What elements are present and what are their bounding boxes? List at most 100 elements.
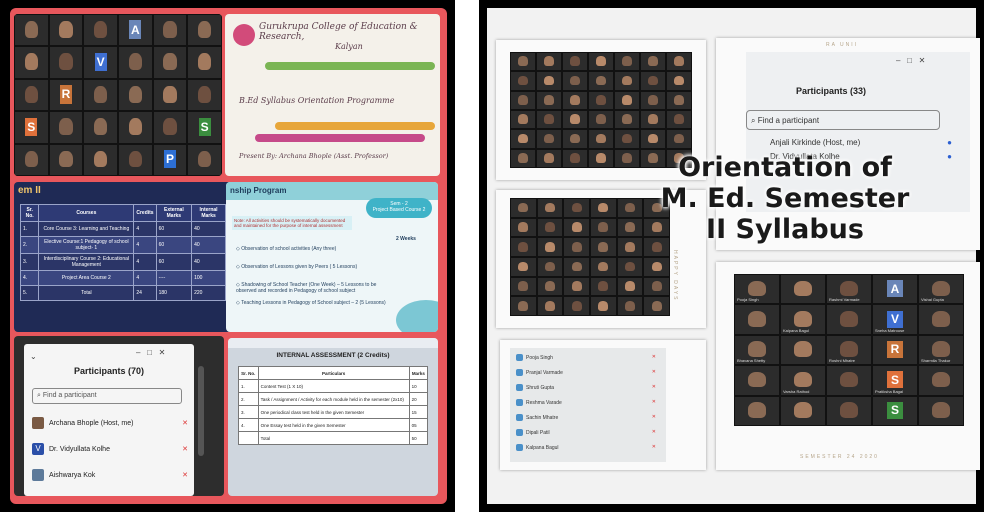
video-tile[interactable]: [640, 90, 666, 110]
video-tile[interactable]: [590, 217, 617, 238]
video-tile[interactable]: V Sneha Matrouse: [872, 304, 918, 335]
video-tile[interactable]: [614, 71, 640, 91]
video-tile[interactable]: [83, 111, 118, 144]
video-tile[interactable]: [510, 129, 536, 149]
video-tile[interactable]: S: [872, 395, 918, 426]
video-tile[interactable]: [588, 52, 614, 72]
video-tile[interactable]: [563, 237, 590, 257]
mic-muted-icon[interactable]: ✕: [652, 354, 656, 360]
mic-icon[interactable]: ●: [947, 152, 952, 161]
participant-row[interactable]: Pranjal Varmade ✕: [516, 369, 660, 376]
video-tile[interactable]: [616, 276, 644, 297]
participant-search-input-right[interactable]: ⌕ Find a participant: [746, 110, 940, 130]
video-tile[interactable]: [734, 365, 780, 396]
video-tile[interactable]: [510, 257, 537, 277]
video-tile[interactable]: [187, 14, 222, 47]
video-tile[interactable]: [510, 296, 537, 316]
video-tile[interactable]: [918, 395, 964, 426]
mic-muted-icon[interactable]: ✕: [652, 429, 656, 435]
video-tile[interactable]: [614, 90, 640, 110]
scrollbar[interactable]: [198, 366, 204, 456]
video-tile[interactable]: S: [14, 111, 49, 144]
video-tile[interactable]: [562, 90, 588, 110]
video-tile[interactable]: R: [872, 334, 918, 366]
participant-row[interactable]: Kalpana Bagul ✕: [516, 444, 660, 451]
video-tile[interactable]: [643, 276, 670, 297]
video-tile[interactable]: [614, 110, 640, 130]
video-tile[interactable]: [14, 46, 49, 79]
video-tile[interactable]: [588, 71, 614, 91]
video-tile[interactable]: [48, 46, 84, 79]
mic-muted-icon[interactable]: ✕: [652, 399, 656, 405]
participant-row[interactable]: Anjali Kirkinde (Host, me) ●: [770, 138, 960, 147]
video-tile[interactable]: [640, 52, 666, 72]
video-tile[interactable]: [563, 217, 590, 238]
video-tile[interactable]: [510, 110, 536, 130]
video-tile[interactable]: [562, 52, 588, 72]
video-tile[interactable]: [590, 198, 617, 218]
video-tile[interactable]: [510, 148, 536, 168]
video-tile[interactable]: [640, 71, 666, 91]
video-tile[interactable]: [48, 143, 84, 176]
video-tile[interactable]: [510, 52, 536, 72]
video-tile[interactable]: [780, 395, 826, 426]
video-tile[interactable]: [614, 148, 640, 168]
video-tile[interactable]: [590, 276, 617, 297]
mic-muted-icon[interactable]: ✕: [182, 471, 188, 479]
mic-muted-icon[interactable]: ✕: [652, 384, 656, 390]
video-tile[interactable]: [152, 46, 188, 79]
video-tile[interactable]: [563, 198, 590, 218]
video-tile[interactable]: [152, 78, 188, 112]
video-tile[interactable]: [643, 257, 670, 277]
video-tile[interactable]: [614, 52, 640, 72]
video-tile[interactable]: [640, 129, 666, 149]
video-tile[interactable]: Kalpana Bagul: [780, 304, 826, 335]
video-tile[interactable]: A: [872, 274, 918, 305]
video-tile[interactable]: [780, 334, 826, 366]
mic-muted-icon[interactable]: ✕: [652, 444, 656, 450]
video-tile[interactable]: [918, 365, 964, 396]
video-tile[interactable]: [563, 296, 590, 316]
video-tile[interactable]: [734, 304, 780, 335]
video-tile[interactable]: [590, 296, 617, 316]
video-tile[interactable]: [826, 365, 872, 396]
video-tile[interactable]: [918, 304, 964, 335]
collapse-chevron-icon[interactable]: ⌄: [30, 352, 37, 361]
video-tile[interactable]: [48, 111, 84, 144]
video-tile[interactable]: [616, 257, 644, 277]
video-tile[interactable]: [536, 148, 562, 168]
video-tile[interactable]: [83, 14, 118, 47]
video-tile[interactable]: S: [187, 111, 222, 144]
video-tile[interactable]: [510, 276, 537, 297]
video-tile[interactable]: [536, 90, 562, 110]
video-tile[interactable]: [616, 296, 644, 316]
participant-row[interactable]: Dipali Patil ✕: [516, 429, 660, 436]
video-tile[interactable]: [536, 296, 564, 316]
video-tile[interactable]: [562, 110, 588, 130]
video-tile[interactable]: [643, 296, 670, 316]
video-tile[interactable]: [562, 129, 588, 149]
participant-row[interactable]: Aishwarya Kok ✕: [32, 468, 188, 482]
video-tile[interactable]: [562, 148, 588, 168]
mic-muted-icon[interactable]: ✕: [182, 419, 188, 427]
video-tile[interactable]: [588, 148, 614, 168]
video-tile[interactable]: [780, 274, 826, 305]
video-tile[interactable]: [118, 143, 153, 176]
video-tile[interactable]: [118, 111, 153, 144]
video-tile[interactable]: Pooja Singh: [734, 274, 780, 305]
video-tile[interactable]: [536, 110, 562, 130]
video-tile[interactable]: [536, 257, 564, 277]
minimize-icon[interactable]: –: [136, 348, 140, 357]
video-tile[interactable]: Varsha Rathod: [780, 365, 826, 396]
video-tile[interactable]: [666, 129, 692, 149]
video-tile[interactable]: [563, 257, 590, 277]
video-tile[interactable]: Vishal Gupta: [918, 274, 964, 305]
video-tile[interactable]: [536, 276, 564, 297]
video-tile[interactable]: [562, 71, 588, 91]
video-tile[interactable]: [536, 217, 564, 238]
video-tile[interactable]: [536, 71, 562, 91]
video-tile[interactable]: [536, 198, 564, 218]
video-tile[interactable]: [640, 110, 666, 130]
video-tile[interactable]: [14, 78, 49, 112]
participant-row[interactable]: Shruti Gupta ✕: [516, 384, 660, 391]
